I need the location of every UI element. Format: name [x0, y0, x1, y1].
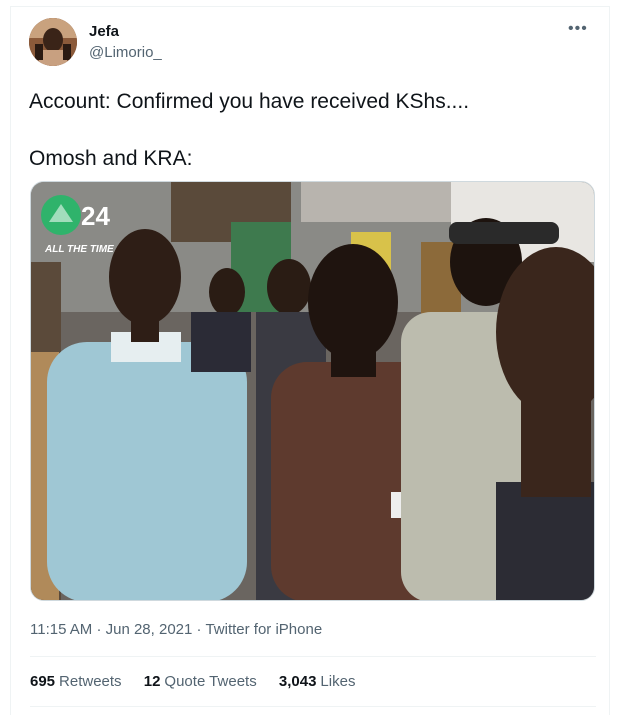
quote-tweets-stat[interactable]: 12 Quote Tweets	[144, 673, 257, 690]
channel-tagline: ALL THE TIME	[44, 244, 114, 255]
divider	[30, 656, 596, 657]
video-frame-image: 24 ALL THE TIME	[31, 182, 594, 600]
tweet-time[interactable]: 11:15 AM	[30, 621, 92, 638]
display-name[interactable]: Jefa	[89, 23, 119, 40]
avatar-image	[29, 18, 77, 66]
channel-logo-number: 24	[81, 201, 110, 231]
tweet-timestamp-source: 11:15 AM · Jun 28, 2021 · Twitter for iP…	[30, 621, 322, 638]
tweet-date[interactable]: Jun 28, 2021	[106, 621, 193, 638]
likes-count: 3,043	[278, 673, 317, 690]
retweets-label: Retweets	[59, 673, 122, 690]
tweet-stats: 695 Retweets 12 Quote Tweets 3,043 Likes	[30, 673, 373, 690]
user-handle[interactable]: @Limorio_	[89, 44, 162, 61]
tweet-source[interactable]: Twitter for iPhone	[205, 621, 322, 638]
quote-tweets-count: 12	[143, 673, 161, 690]
more-options-icon[interactable]: •••	[568, 20, 588, 38]
retweets-stat[interactable]: 695 Retweets	[30, 673, 122, 690]
likes-label: Likes	[320, 673, 356, 690]
quote-tweets-label: Quote Tweets	[164, 673, 257, 690]
tweet-media-video[interactable]: 24 ALL THE TIME	[30, 181, 595, 601]
tweet-text-line-2: Omosh and KRA:	[29, 147, 193, 170]
likes-stat[interactable]: 3,043 Likes	[279, 673, 356, 690]
divider	[30, 706, 596, 707]
avatar[interactable]	[29, 18, 77, 66]
tweet-text-line-1: Account: Confirmed you have received KSh…	[29, 90, 470, 113]
retweets-count: 695	[30, 673, 56, 690]
meta-separator: ·	[96, 621, 102, 638]
meta-separator: ·	[196, 621, 202, 638]
